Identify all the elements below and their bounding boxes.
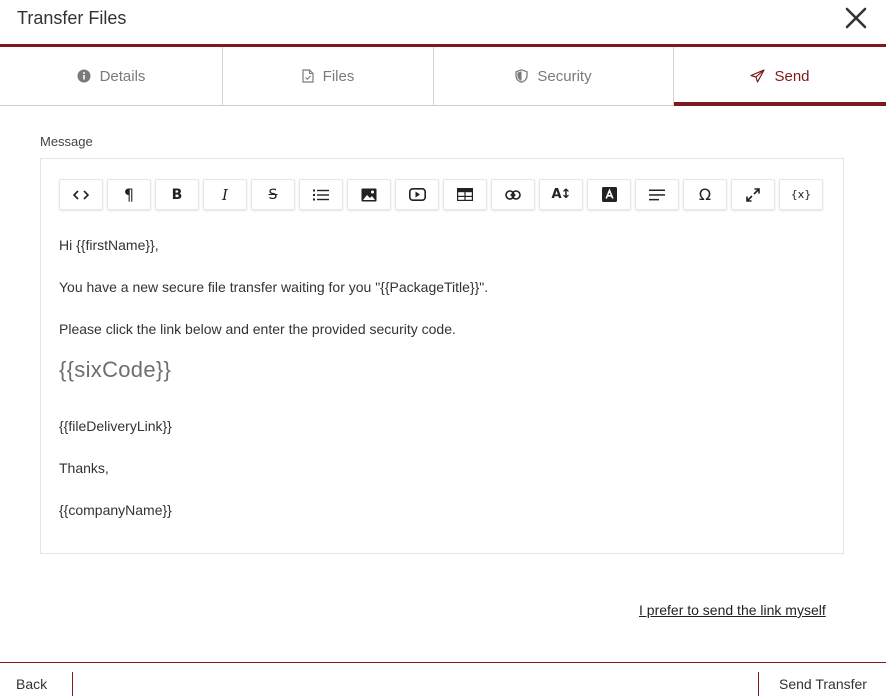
footer-divider — [758, 672, 759, 696]
code-icon — [73, 189, 89, 200]
text-color-button[interactable] — [587, 179, 631, 210]
strikethrough-button[interactable]: S — [251, 179, 295, 210]
video-icon — [408, 188, 426, 201]
bold-button[interactable]: B — [155, 179, 199, 210]
security-code-placeholder: {{sixCode}} — [59, 357, 172, 382]
insert-variable-button[interactable]: {x} — [779, 179, 823, 210]
list-icon — [313, 189, 329, 200]
special-characters-button[interactable]: Ω — [683, 179, 727, 210]
footer-divider — [72, 672, 73, 696]
strikethrough-icon: S — [268, 186, 278, 203]
insert-link-button[interactable] — [491, 179, 535, 210]
insert-table-button[interactable] — [443, 179, 487, 210]
tab-label: Details — [99, 67, 146, 85]
tab-send[interactable]: Send — [674, 47, 886, 106]
info-circle-icon — [77, 69, 91, 83]
dialog-header: Transfer Files — [0, 0, 886, 44]
font-size-icon: A↕ — [551, 187, 572, 202]
tab-security[interactable]: Security — [434, 47, 674, 105]
fullscreen-button[interactable] — [731, 179, 775, 210]
message-editor[interactable]: ¶ B I S A↕ Ω {x} Hi {{firstName}}, You h… — [40, 158, 844, 554]
file-check-icon — [302, 69, 314, 83]
file-delivery-link-placeholder: {{fileDeliveryLink}} — [59, 418, 172, 434]
expand-icon — [746, 187, 760, 202]
message-label: Message — [40, 134, 93, 149]
bold-icon: B — [171, 186, 183, 203]
close-button[interactable] — [842, 4, 870, 32]
paper-plane-icon — [750, 69, 766, 83]
message-line: You have a new secure file transfer wait… — [59, 279, 489, 295]
link-icon — [505, 189, 521, 200]
tab-files[interactable]: Files — [223, 47, 434, 105]
tab-label: Send — [774, 67, 810, 85]
tab-details[interactable]: Details — [0, 47, 223, 105]
send-link-myself-link[interactable]: I prefer to send the link myself — [639, 602, 826, 618]
insert-image-button[interactable] — [347, 179, 391, 210]
font-size-button[interactable]: A↕ — [539, 179, 583, 210]
tab-bar: Details Files Security Send — [0, 47, 886, 106]
align-button[interactable] — [635, 179, 679, 210]
image-icon — [361, 188, 377, 201]
variable-icon: {x} — [790, 188, 812, 201]
tab-label: Security — [537, 67, 592, 85]
tab-label: Files — [322, 67, 355, 85]
text-color-icon — [601, 187, 617, 202]
paragraph-icon: ¶ — [123, 185, 135, 204]
close-icon — [845, 7, 867, 29]
message-line: Please click the link below and enter th… — [59, 321, 456, 337]
message-signature: {{companyName}} — [59, 502, 172, 518]
dialog-title: Transfer Files — [17, 8, 127, 28]
bulleted-list-button[interactable] — [299, 179, 343, 210]
footer-accent-rule — [0, 662, 886, 663]
omega-icon: Ω — [698, 185, 712, 204]
editor-toolbar: ¶ B I S A↕ Ω {x} — [59, 179, 823, 210]
message-thanks: Thanks, — [59, 460, 109, 476]
insert-video-button[interactable] — [395, 179, 439, 210]
send-transfer-button[interactable]: Send Transfer — [779, 676, 867, 692]
shield-icon — [515, 69, 529, 83]
italic-icon: I — [222, 185, 228, 204]
paragraph-format-button[interactable]: ¶ — [107, 179, 151, 210]
back-button[interactable]: Back — [16, 676, 47, 692]
italic-button[interactable]: I — [203, 179, 247, 210]
message-greeting: Hi {{firstName}}, — [59, 237, 159, 253]
table-icon — [457, 188, 473, 201]
source-code-button[interactable] — [59, 179, 103, 210]
align-left-icon — [649, 189, 665, 200]
